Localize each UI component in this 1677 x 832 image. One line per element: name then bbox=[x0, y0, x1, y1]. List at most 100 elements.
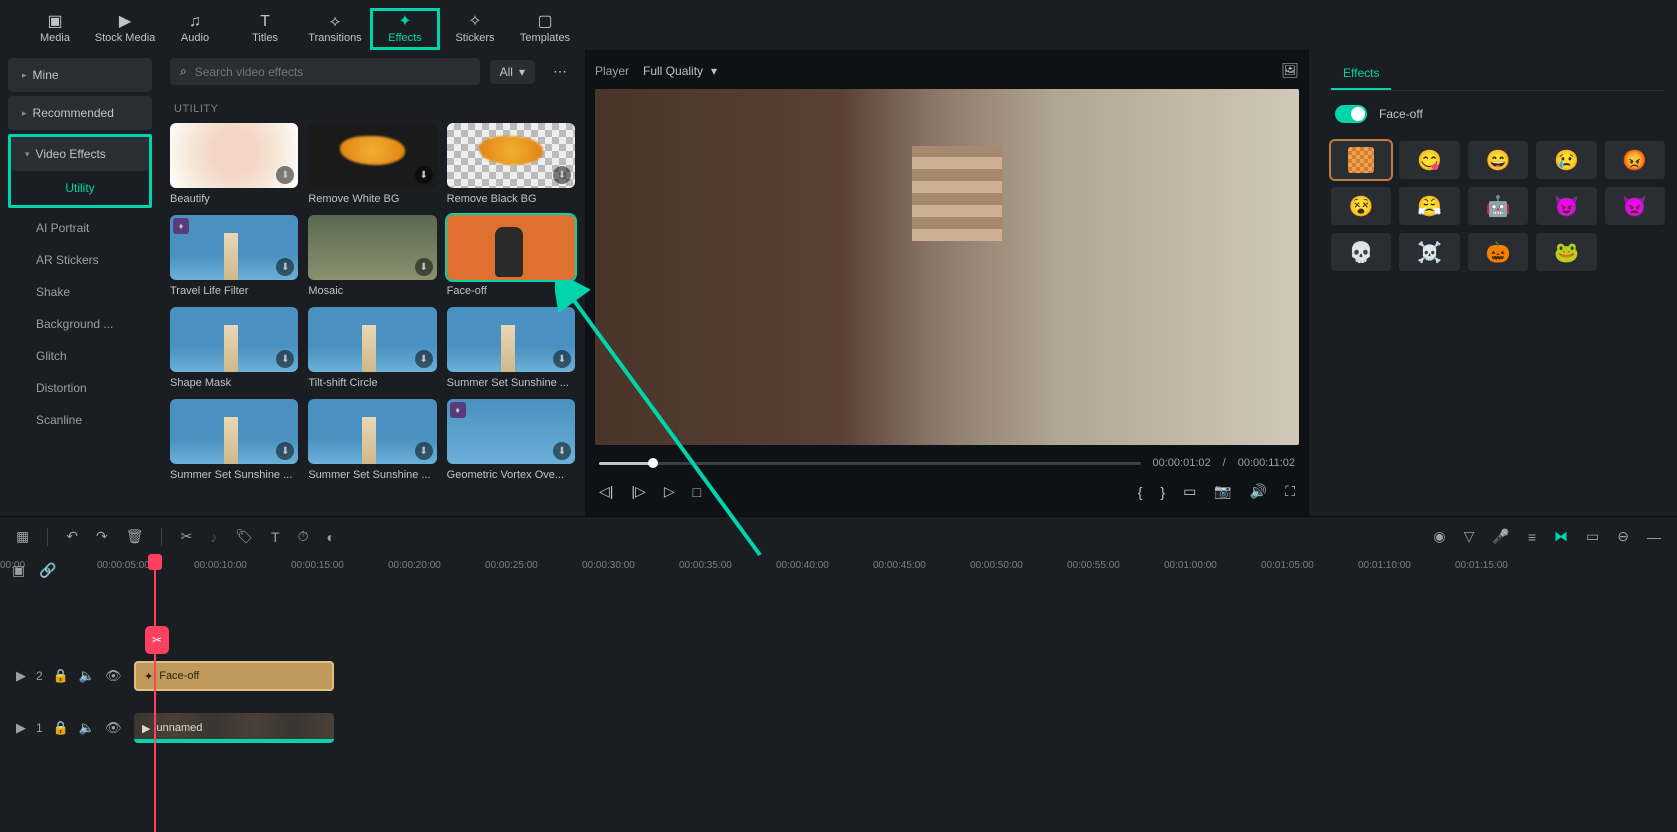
sidebar-sub-distortion[interactable]: Distortion bbox=[8, 372, 152, 404]
ruler-mark: 00:01:15:00 bbox=[1455, 560, 1508, 571]
scissors-handle[interactable]: ✂ bbox=[145, 626, 169, 654]
next-frame-button[interactable]: |▷ bbox=[631, 483, 645, 500]
face-option-9[interactable]: 👿 bbox=[1605, 187, 1665, 225]
display-button[interactable]: ▭ bbox=[1183, 483, 1196, 500]
tab-templates[interactable]: ▢Templates bbox=[510, 8, 580, 50]
face-option-8[interactable]: 😈 bbox=[1536, 187, 1596, 225]
speed-icon[interactable]: ⏱ bbox=[298, 528, 309, 545]
effect-tilt-shift-circle[interactable]: ⬇Tilt-shift Circle bbox=[308, 307, 436, 389]
lock-icon[interactable]: 🔒 bbox=[53, 668, 69, 684]
effect-shape-mask[interactable]: ⬇Shape Mask bbox=[170, 307, 298, 389]
search-input[interactable] bbox=[195, 65, 470, 79]
effect-travel-life-filter[interactable]: ⬇♦Travel Life Filter bbox=[170, 215, 298, 297]
face-option-3[interactable]: 😢 bbox=[1536, 141, 1596, 179]
tl-thumbs-icon[interactable]: ▣ bbox=[12, 562, 25, 579]
mixer-icon[interactable]: ≡ bbox=[1528, 529, 1536, 545]
face-option-7[interactable]: 🤖 bbox=[1468, 187, 1528, 225]
effect-toggle[interactable] bbox=[1335, 105, 1367, 123]
effect-beautify[interactable]: ⬇Beautify bbox=[170, 123, 298, 205]
zoom-out-icon[interactable]: ⊖ bbox=[1617, 528, 1629, 545]
tab-effects[interactable]: Effects bbox=[1331, 58, 1391, 90]
grid-icon[interactable]: ▦ bbox=[16, 528, 29, 545]
visibility-icon[interactable]: 👁 bbox=[105, 668, 122, 684]
snap-icon[interactable]: ⧓ bbox=[1554, 528, 1568, 545]
face-option-6[interactable]: 😤 bbox=[1399, 187, 1459, 225]
mute-icon[interactable]: 🔈 bbox=[79, 668, 95, 684]
cut-button[interactable]: ✂ bbox=[180, 528, 192, 545]
tab-titles[interactable]: TTitles bbox=[230, 8, 300, 50]
more-menu-button[interactable]: ⋯ bbox=[545, 58, 575, 85]
lock-icon[interactable]: 🔒 bbox=[53, 720, 69, 736]
visibility-icon[interactable]: 👁 bbox=[105, 720, 122, 736]
face-option-0[interactable] bbox=[1331, 141, 1391, 179]
sidebar-sub-background-[interactable]: Background ... bbox=[8, 308, 152, 340]
filter-dropdown[interactable]: All▾ bbox=[490, 60, 535, 84]
mark-in-button[interactable]: { bbox=[1138, 484, 1143, 500]
face-option-11[interactable]: ☠️ bbox=[1399, 233, 1459, 271]
tab-audio[interactable]: ♫Audio bbox=[160, 8, 230, 50]
video-preview[interactable] bbox=[595, 89, 1299, 445]
effect-summer-set-sunshine-[interactable]: ⬇Summer Set Sunshine ... bbox=[308, 399, 436, 481]
seek-bar[interactable] bbox=[599, 462, 1141, 465]
tab-stickers[interactable]: ✧Stickers bbox=[440, 8, 510, 50]
stop-button[interactable]: □ bbox=[693, 484, 701, 500]
zoom-slider-icon[interactable]: — bbox=[1647, 529, 1661, 545]
volume-icon[interactable]: 🔊 bbox=[1250, 483, 1267, 500]
sidebar-recommended[interactable]: ▸Recommended bbox=[8, 96, 152, 130]
tag-icon[interactable]: 🏷 bbox=[235, 528, 253, 545]
fullscreen-icon[interactable]: ⛶ bbox=[1285, 483, 1295, 500]
clip-faceoff[interactable]: ✦ Face-off bbox=[134, 661, 334, 691]
marker-icon[interactable]: ▽ bbox=[1464, 528, 1475, 545]
sidebar-sub-scanline[interactable]: Scanline bbox=[8, 404, 152, 436]
effect-face-off[interactable]: Face-off bbox=[447, 215, 575, 297]
search-effects-wrap: ⌕ bbox=[170, 58, 480, 85]
mic-icon[interactable]: 🎤 bbox=[1492, 528, 1509, 545]
redo-button[interactable]: ↷ bbox=[96, 528, 108, 545]
tab-media[interactable]: ▣Media bbox=[20, 8, 90, 50]
delete-button[interactable]: 🗑 bbox=[126, 528, 144, 545]
sidebar-sub-glitch[interactable]: Glitch bbox=[8, 340, 152, 372]
tl-link-icon[interactable]: 🔗 bbox=[39, 562, 56, 579]
face-option-12[interactable]: 🎃 bbox=[1468, 233, 1528, 271]
quality-dropdown[interactable]: Full Quality▾ bbox=[643, 64, 717, 78]
tab-stock[interactable]: ▶Stock Media bbox=[90, 8, 160, 50]
sidebar-utility[interactable]: Utility bbox=[11, 171, 149, 205]
track-type-icon: ▶ bbox=[16, 668, 26, 684]
mute-icon[interactable]: 🔈 bbox=[79, 720, 95, 736]
tab-effects[interactable]: ✦Effects bbox=[370, 8, 440, 50]
effect-remove-black-bg[interactable]: ⬇Remove Black BG bbox=[447, 123, 575, 205]
face-option-5[interactable]: 😵 bbox=[1331, 187, 1391, 225]
playhead[interactable] bbox=[154, 556, 156, 832]
effect-summer-set-sunshine-[interactable]: ⬇Summer Set Sunshine ... bbox=[170, 399, 298, 481]
stock-icon: ▶ bbox=[119, 14, 131, 30]
tab-transitions[interactable]: ⟡Transitions bbox=[300, 8, 370, 50]
undo-button[interactable]: ↶ bbox=[66, 528, 78, 545]
face-option-10[interactable]: 💀 bbox=[1331, 233, 1391, 271]
face-option-1[interactable]: 😋 bbox=[1399, 141, 1459, 179]
color-icon[interactable]: ◐ bbox=[326, 529, 334, 545]
music-icon[interactable]: ♪ bbox=[210, 529, 217, 545]
fit-icon[interactable]: ▭ bbox=[1586, 528, 1599, 545]
face-option-2[interactable]: 😄 bbox=[1468, 141, 1528, 179]
effect-remove-white-bg[interactable]: ⬇Remove White BG bbox=[308, 123, 436, 205]
sidebar-sub-ai-portrait[interactable]: AI Portrait bbox=[8, 212, 152, 244]
face-option-4[interactable]: 😡 bbox=[1605, 141, 1665, 179]
sidebar-sub-shake[interactable]: Shake bbox=[8, 276, 152, 308]
clip-video[interactable]: ▶ unnamed bbox=[134, 713, 334, 743]
camera-icon[interactable]: 📷 bbox=[1214, 483, 1231, 500]
render-icon[interactable]: ◉ bbox=[1433, 528, 1445, 545]
prev-frame-button[interactable]: ◁| bbox=[599, 483, 613, 500]
text-icon[interactable]: T bbox=[271, 529, 280, 545]
face-option-13[interactable]: 🐸 bbox=[1536, 233, 1596, 271]
ruler-mark: 00:00:40:00 bbox=[776, 560, 829, 571]
effect-summer-set-sunshine-[interactable]: ⬇Summer Set Sunshine ... bbox=[447, 307, 575, 389]
effect-mosaic[interactable]: ⬇Mosaic bbox=[308, 215, 436, 297]
play-button[interactable]: ▷ bbox=[664, 483, 675, 500]
snapshot-icon[interactable]: 🖼 bbox=[1281, 62, 1299, 79]
sidebar-mine[interactable]: ▸Mine bbox=[8, 58, 152, 92]
sidebar-sub-ar-stickers[interactable]: AR Stickers bbox=[8, 244, 152, 276]
mark-out-button[interactable]: } bbox=[1160, 484, 1165, 500]
separator bbox=[161, 528, 162, 546]
sidebar-video-effects[interactable]: ▾Video Effects bbox=[11, 137, 149, 171]
effect-geometric-vortex-ove-[interactable]: ⬇♦Geometric Vortex Ove... bbox=[447, 399, 575, 481]
